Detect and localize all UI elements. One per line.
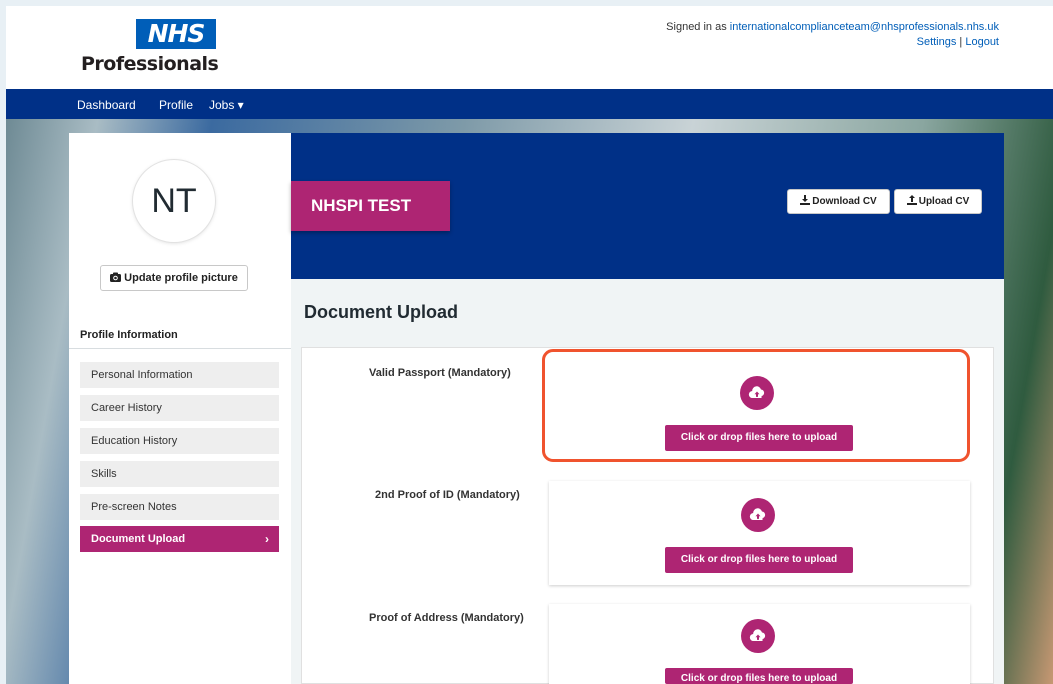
page-title: Document Upload <box>304 302 459 322</box>
user-email-link[interactable]: internationalcomplianceteam@nhsprofessio… <box>730 21 999 33</box>
upload-cv-label: Upload CV <box>918 196 970 207</box>
sidebar-item-pre-screen-notes[interactable]: Pre-screen Notes <box>80 494 279 520</box>
upload-cv-button[interactable]: Upload CV <box>894 189 982 214</box>
profile-sidebar: NT Update profile picture Profile Inform… <box>69 133 291 684</box>
upload-icon <box>906 195 917 205</box>
header-separator: | <box>959 36 963 48</box>
sidebar-item-personal-information[interactable]: Personal Information <box>80 362 279 388</box>
update-profile-picture-label: Update profile picture <box>124 272 238 284</box>
main-navbar: Dashboard Profile Jobs ▾ <box>6 89 1053 119</box>
nhs-logo-mark: NHS <box>136 19 216 49</box>
signed-in-info: Signed in as internationalcomplianceteam… <box>666 20 999 50</box>
upload-button-proof-of-address[interactable]: Click or drop files here to upload <box>665 668 853 684</box>
chevron-right-icon: › <box>265 532 269 546</box>
avatar: NT <box>133 160 215 242</box>
cloud-upload-icon[interactable] <box>741 619 775 653</box>
settings-link[interactable]: Settings <box>917 36 957 48</box>
signed-in-prefix: Signed in as <box>666 21 730 33</box>
document-label-proof-of-address: Proof of Address (Mandatory) <box>369 612 524 624</box>
sidebar-item-career-history[interactable]: Career History <box>80 395 279 421</box>
nav-profile[interactable]: Profile <box>159 98 193 112</box>
sidebar-item-skills[interactable]: Skills <box>80 461 279 487</box>
upload-button-passport[interactable]: Click or drop files here to upload <box>665 425 853 451</box>
cloud-upload-icon[interactable] <box>741 498 775 532</box>
profile-information-heading: Profile Information <box>69 322 291 349</box>
nav-jobs-dropdown[interactable]: Jobs ▾ <box>209 98 244 112</box>
document-label-passport: Valid Passport (Mandatory) <box>369 367 511 379</box>
update-profile-picture-button[interactable]: Update profile picture <box>100 265 248 291</box>
logo-text: Professionals <box>81 53 219 75</box>
download-icon <box>800 195 811 205</box>
nav-dashboard[interactable]: Dashboard <box>77 98 136 112</box>
top-header: NHS Professionals Signed in as internati… <box>6 6 1053 89</box>
sidebar-item-education-history[interactable]: Education History <box>80 428 279 454</box>
upload-button-2nd-proof-id[interactable]: Click or drop files here to upload <box>665 547 853 573</box>
logout-link[interactable]: Logout <box>965 36 999 48</box>
camera-icon <box>110 272 122 282</box>
profile-name: NHSPI TEST <box>291 181 450 231</box>
sidebar-item-document-upload[interactable]: Document Upload › <box>80 526 279 552</box>
document-label-2nd-proof-id: 2nd Proof of ID (Mandatory) <box>375 489 520 501</box>
download-cv-button[interactable]: Download CV <box>787 189 890 214</box>
cloud-upload-icon[interactable] <box>740 376 774 410</box>
sidebar-item-label: Document Upload <box>91 533 186 545</box>
download-cv-label: Download CV <box>812 196 877 207</box>
